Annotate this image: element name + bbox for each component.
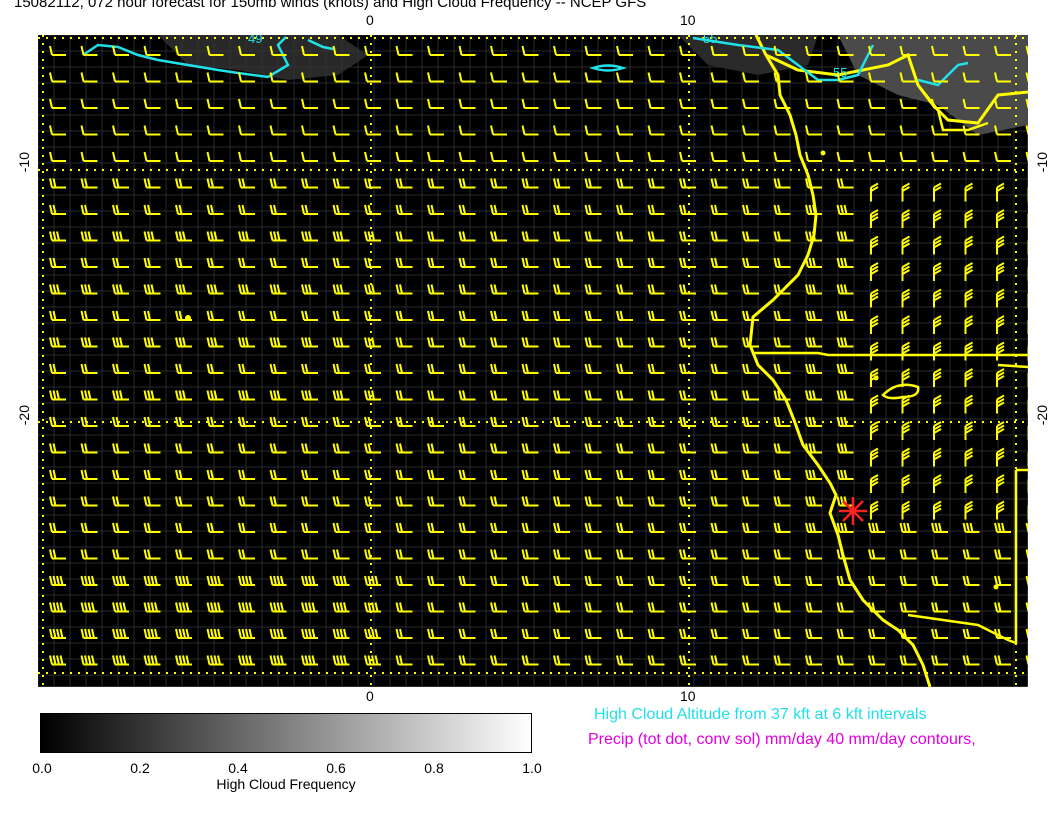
location-marker (839, 497, 867, 525)
contour-label: 49 (248, 35, 262, 46)
colorbar-tick: 0.4 (228, 760, 248, 776)
colorbar (40, 713, 532, 753)
legend-precip: Precip (tot dot, conv sol) mm/day 40 mm/… (588, 731, 976, 748)
top-tick-0: 0 (366, 12, 374, 28)
bottom-tick-10: 10 (680, 688, 696, 704)
map-panel: 49 55 55 (37, 31, 1043, 688)
contour-label: 55 (703, 35, 717, 46)
bottom-tick-0: 0 (366, 688, 374, 704)
left-tick-minus20: -20 (16, 405, 32, 426)
colorbar-tick: 1.0 (522, 760, 542, 776)
left-tick-minus10: -10 (16, 152, 32, 173)
top-tick-10: 10 (680, 12, 696, 28)
contour-label: 55 (833, 65, 847, 80)
island (820, 150, 826, 156)
colorbar-tick: 0.8 (424, 760, 444, 776)
wind-map: 49 55 55 (37, 31, 1043, 688)
legend-high-cloud-altitude: High Cloud Altitude from 37 kft at 6 kft… (594, 706, 927, 723)
right-tick-minus20: -20 (1034, 405, 1050, 426)
right-tick-minus10: -10 (1034, 152, 1050, 173)
map-background (37, 34, 1029, 688)
colorbar-label: High Cloud Frequency (216, 776, 356, 792)
colorbar-tick: 0.6 (326, 760, 346, 776)
colorbar-tick: 0.2 (130, 760, 150, 776)
map-title: 15082112, 072 hour forecast for 150mb wi… (14, 0, 647, 11)
colorbar-tick: 0.0 (32, 760, 52, 776)
